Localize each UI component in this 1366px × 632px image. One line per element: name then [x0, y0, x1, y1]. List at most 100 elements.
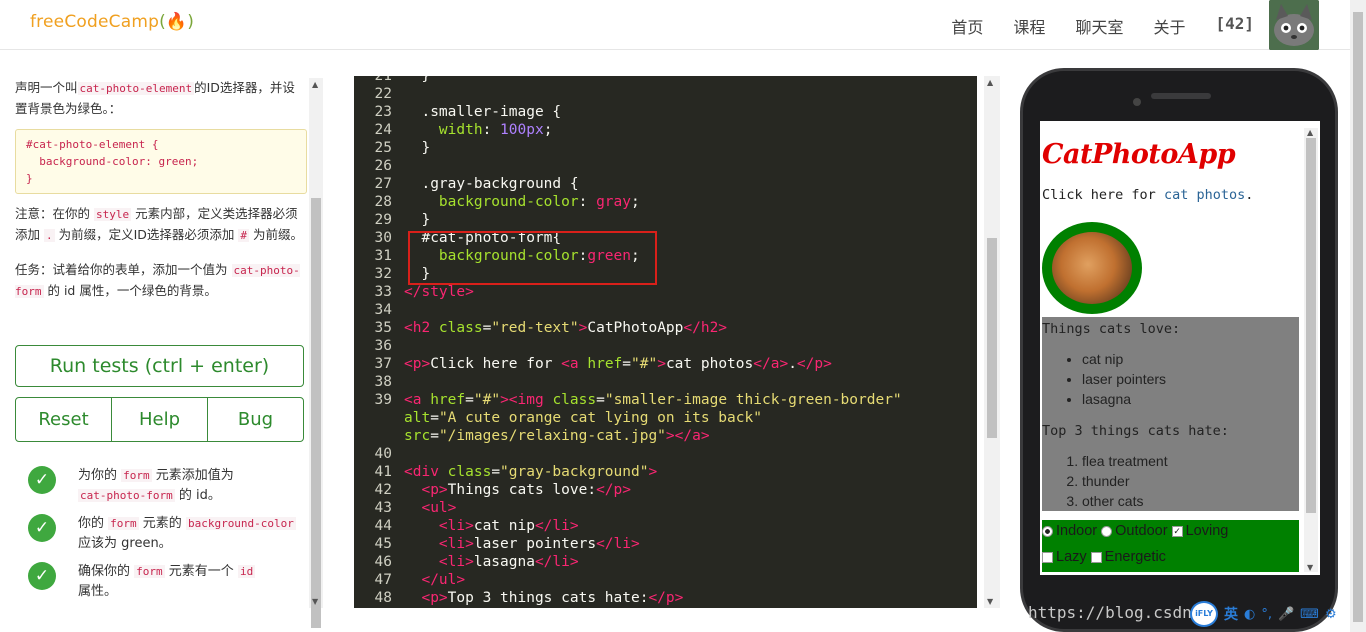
text: 元素有一个 — [168, 564, 234, 579]
nav-link-about[interactable]: 关于 — [1153, 14, 1185, 38]
code-text[interactable]: </style> — [404, 283, 474, 301]
code-line[interactable]: alt="A cute orange cat lying on its back… — [354, 409, 977, 427]
editor-scrollbar-thumb[interactable] — [987, 238, 997, 438]
scroll-up-arrow-icon[interactable]: ▲ — [312, 80, 318, 89]
code-line[interactable]: 23 .smaller-image { — [354, 103, 977, 121]
points-count[interactable]: [42] — [1215, 14, 1254, 38]
list-item: flea treatment — [1082, 451, 1168, 471]
code-text[interactable]: <p>Click here for <a href="#">cat photos… — [404, 355, 832, 373]
reset-button[interactable]: Reset — [16, 398, 112, 441]
code-text[interactable]: } — [404, 211, 430, 229]
code-line[interactable]: 45 <li>laser pointers</li> — [354, 535, 977, 553]
code-text[interactable]: <li>laser pointers</li> — [404, 535, 640, 553]
line-number: 30 — [374, 230, 392, 246]
code-text[interactable]: width: 100px; — [404, 121, 553, 139]
page-scrollbar[interactable] — [1350, 0, 1366, 632]
code-line[interactable]: 29 } — [354, 211, 977, 229]
code-text[interactable]: alt="A cute orange cat lying on its back… — [404, 409, 762, 427]
code-line[interactable]: 38 — [354, 373, 977, 391]
code-line[interactable]: 43 <ul> — [354, 499, 977, 517]
line-number: 28 — [374, 194, 392, 210]
code-line[interactable]: 22 — [354, 85, 977, 103]
moon-icon[interactable]: ◐ — [1244, 607, 1255, 622]
code-line[interactable]: 42 <p>Things cats love:</p> — [354, 481, 977, 499]
code-line[interactable]: 24 width: 100px; — [354, 121, 977, 139]
scroll-down-arrow-icon[interactable]: ▼ — [312, 597, 318, 606]
user-avatar[interactable] — [1269, 0, 1319, 50]
line-number: 31 — [374, 248, 392, 264]
code-line[interactable]: 33 </style> — [354, 283, 977, 301]
code-line[interactable]: 25 } — [354, 139, 977, 157]
cat-image[interactable] — [1042, 222, 1142, 314]
code-line[interactable]: 34 — [354, 301, 977, 319]
code-text[interactable]: <ul> — [404, 499, 456, 517]
code-text[interactable]: <p>Top 3 things cats hate:</p> — [404, 589, 683, 607]
code-text[interactable]: <h2 class="red-text">CatPhotoApp</h2> — [404, 319, 727, 337]
code-line[interactable]: 35 <h2 class="red-text">CatPhotoApp</h2> — [354, 319, 977, 337]
preview-scrollbar-thumb[interactable] — [1306, 138, 1316, 513]
code-line[interactable]: 37 <p>Click here for <a href="#">cat phot… — [354, 355, 977, 373]
code-line[interactable]: src="/images/relaxing-cat.jpg"></a> — [354, 427, 977, 445]
inline-code: id — [237, 565, 256, 578]
code-text[interactable]: <div class="gray-background"> — [404, 463, 657, 481]
editor-scrollbar[interactable]: ▲ ▼ — [984, 76, 1000, 608]
love-list: cat nip laser pointers lasagna — [1064, 349, 1166, 409]
code-line[interactable]: 36 — [354, 337, 977, 355]
code-line[interactable]: 44 <li>cat nip</li> — [354, 517, 977, 535]
loving-checkbox[interactable]: ✓ — [1171, 525, 1183, 537]
instructions-scrollbar[interactable]: ▲ ▼ — [309, 78, 323, 628]
microphone-icon[interactable]: 🎤 — [1278, 607, 1294, 622]
code-line[interactable]: 47 </ul> — [354, 571, 977, 589]
code-line[interactable]: 26 — [354, 157, 977, 175]
code-line[interactable]: 21 } — [354, 76, 977, 85]
indoor-radio[interactable] — [1042, 525, 1053, 537]
lazy-checkbox[interactable] — [1042, 551, 1053, 563]
code-text[interactable]: } — [404, 139, 430, 157]
code-line[interactable]: 46 <li>lasagna</li> — [354, 553, 977, 571]
ifly-icon[interactable]: iFLY — [1190, 601, 1218, 627]
code-text[interactable]: .smaller-image { — [404, 103, 561, 121]
code-text[interactable]: <li>cat nip</li> — [404, 517, 579, 535]
code-line[interactable]: 41 <div class="gray-background"> — [354, 463, 977, 481]
page-scrollbar-thumb[interactable] — [1353, 12, 1363, 622]
nav-link-curriculum[interactable]: 课程 — [1013, 14, 1045, 38]
example-code-block: #cat-photo-element { background-color: g… — [15, 129, 307, 194]
ime-lang[interactable]: 英 — [1224, 604, 1238, 624]
gear-icon[interactable]: ⚙ — [1325, 607, 1337, 622]
code-line[interactable]: 39 <a href="#"><img class="smaller-image … — [354, 391, 977, 409]
help-button[interactable]: Help — [112, 398, 208, 441]
code-text[interactable]: <p>Things cats love:</p> — [404, 481, 631, 499]
keyboard-icon[interactable]: ⌨ — [1300, 607, 1319, 622]
code-text[interactable]: } — [404, 76, 430, 85]
punctuation-icon[interactable]: °, — [1261, 607, 1272, 622]
code-editor[interactable]: 21 } 22 23 .smaller-image {24 width: 100px… — [354, 76, 977, 608]
nav-link-chat[interactable]: 聊天室 — [1075, 14, 1123, 38]
code-line[interactable]: 40 — [354, 445, 977, 463]
indoor-label: Indoor — [1056, 523, 1098, 539]
code-text[interactable]: .gray-background { — [404, 175, 578, 193]
code-line[interactable]: 27 .gray-background { — [354, 175, 977, 193]
energetic-checkbox[interactable] — [1090, 551, 1102, 563]
code-line[interactable]: 48 <p>Top 3 things cats hate:</p> — [354, 589, 977, 607]
run-tests-button[interactable]: Run tests (ctrl + enter) — [15, 345, 304, 387]
code-line[interactable]: 28 background-color: gray; — [354, 193, 977, 211]
code-text[interactable]: background-color: gray; — [404, 193, 640, 211]
hate-heading: Top 3 things cats hate: — [1042, 423, 1229, 439]
outdoor-radio[interactable] — [1101, 525, 1113, 537]
nav-link-home[interactable]: 首页 — [951, 14, 983, 38]
code-text[interactable]: </ul> — [404, 571, 465, 589]
code-text[interactable]: <li>lasagna</li> — [404, 553, 579, 571]
scroll-up-arrow-icon[interactable]: ▲ — [987, 78, 993, 87]
code-text[interactable]: <a href="#"><img class="smaller-image th… — [404, 391, 902, 409]
scroll-down-arrow-icon[interactable]: ▼ — [987, 597, 993, 606]
avatar-cat-icon — [1269, 0, 1319, 50]
freecodecamp-logo[interactable]: freeCodeCamp(🔥) — [30, 12, 194, 32]
bug-button[interactable]: Bug — [208, 398, 303, 441]
cat-photos-link[interactable]: cat photos — [1164, 187, 1245, 203]
scroll-down-arrow-icon[interactable]: ▼ — [1307, 563, 1313, 572]
code-text[interactable]: src="/images/relaxing-cat.jpg"></a> — [404, 427, 710, 445]
text: 任务：试着给你的表单，添加一个值为 — [15, 262, 228, 277]
scroll-up-arrow-icon[interactable]: ▲ — [1307, 128, 1313, 137]
instructions-scrollbar-thumb[interactable] — [311, 198, 321, 628]
preview-scrollbar[interactable]: ▲ ▼ — [1304, 128, 1318, 572]
